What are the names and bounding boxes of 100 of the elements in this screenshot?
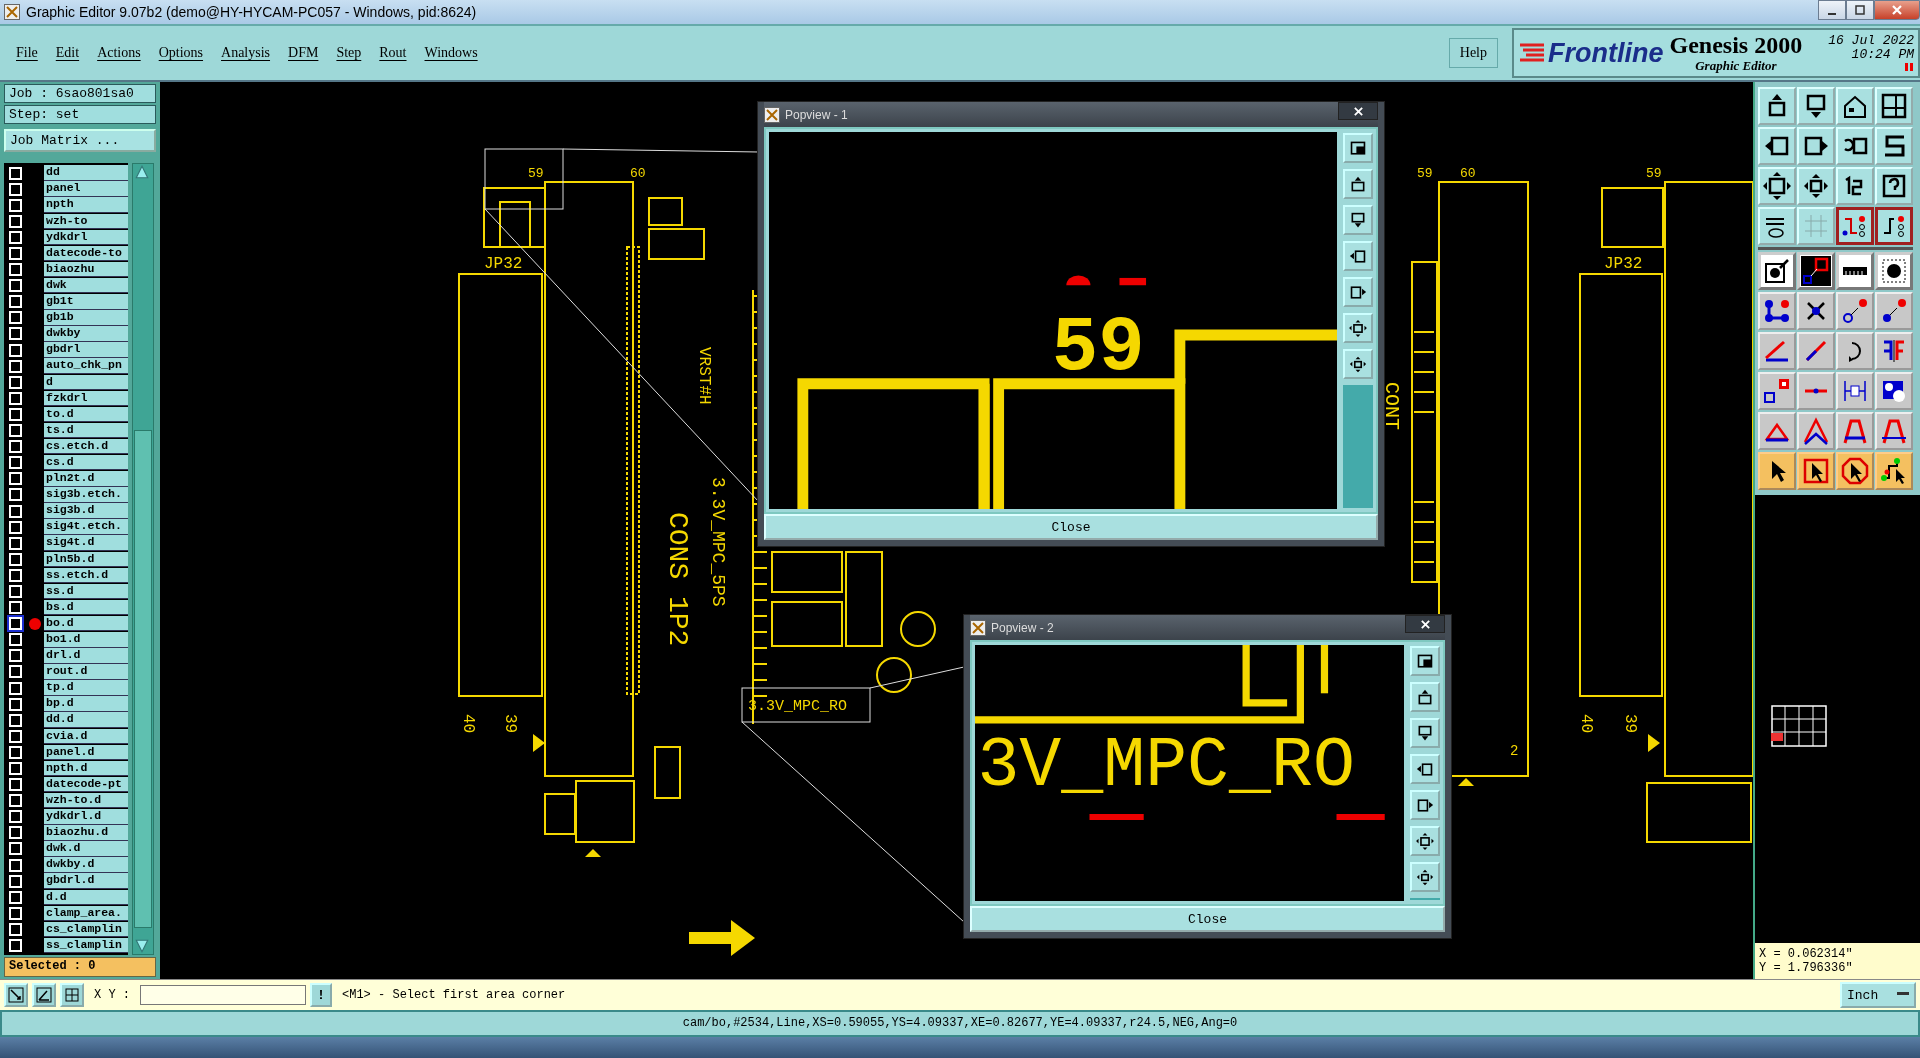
scale-icon[interactable] — [1836, 167, 1874, 205]
layer-item[interactable]: bp.d — [44, 696, 128, 712]
layer-item[interactable]: biaozhu — [44, 261, 128, 278]
dimension-icon[interactable] — [1836, 372, 1874, 410]
menu-item[interactable]: Rout — [379, 45, 407, 61]
arch-icon[interactable] — [1836, 412, 1874, 450]
layer-checkbox[interactable] — [9, 810, 22, 824]
arch-icon[interactable] — [1875, 412, 1913, 450]
layer-checkbox[interactable] — [9, 440, 22, 454]
units-dropdown[interactable]: Inch — [1840, 982, 1916, 1008]
layer-item[interactable]: wzh-to — [44, 213, 128, 230]
layer-item[interactable]: cs.etch.d — [44, 438, 128, 455]
layer-checkbox[interactable] — [9, 166, 22, 180]
layer-checkbox[interactable] — [9, 343, 22, 357]
copy-icon[interactable] — [1758, 372, 1796, 410]
layer-checkbox[interactable] — [9, 375, 22, 389]
layer-item[interactable]: datecode-pt — [44, 776, 128, 793]
angle-tool-icon[interactable] — [32, 983, 56, 1007]
mirror-icon[interactable] — [1875, 332, 1913, 370]
pointer-icon[interactable] — [1836, 452, 1874, 490]
s-curve-icon[interactable] — [1875, 127, 1913, 165]
menu-item[interactable]: Actions — [97, 45, 141, 61]
menu-item[interactable]: Analysis — [221, 45, 271, 61]
layer-item[interactable]: bs.d — [44, 599, 128, 616]
layer-item[interactable]: bo1.d — [44, 632, 128, 648]
layer-checkbox[interactable] — [9, 424, 22, 438]
pointer-icon[interactable] — [1797, 452, 1835, 490]
layer-item[interactable]: gbdrl — [44, 342, 128, 358]
layer-item[interactable]: cs.d — [44, 455, 128, 471]
layer-checkbox[interactable] — [9, 327, 22, 341]
move-point-icon[interactable] — [1836, 292, 1874, 330]
layer-checkbox[interactable] — [9, 198, 22, 212]
layer-checkbox[interactable] — [9, 488, 22, 502]
pan-left-icon[interactable] — [1758, 127, 1796, 165]
shapes-icon[interactable] — [1875, 372, 1913, 410]
layer-checkbox[interactable] — [9, 745, 22, 759]
angle-icon[interactable] — [1758, 332, 1796, 370]
layer-checkbox[interactable] — [9, 778, 22, 792]
popview-scrollbar[interactable] — [1410, 898, 1440, 900]
layer-checkbox[interactable] — [9, 472, 22, 486]
house-icon[interactable] — [1836, 87, 1874, 125]
layer-checkbox[interactable] — [9, 890, 22, 904]
job-matrix-button[interactable]: Job Matrix ... — [4, 129, 156, 152]
nodes-icon[interactable] — [1758, 292, 1796, 330]
layer-checkbox[interactable] — [9, 295, 22, 309]
layer-checkbox[interactable] — [9, 504, 22, 518]
help-icon[interactable] — [1875, 167, 1913, 205]
layer-item[interactable]: d.d — [44, 889, 128, 905]
layer-checkbox[interactable] — [9, 681, 22, 695]
undo-icon[interactable] — [1836, 127, 1874, 165]
layer-checkbox[interactable] — [9, 697, 22, 711]
layer-item[interactable]: dwk — [44, 277, 128, 294]
menu-item[interactable]: Windows — [424, 45, 478, 61]
scrollbar[interactable] — [132, 163, 154, 955]
layer-item[interactable]: cs_clamplin — [44, 921, 128, 938]
layer-checkbox[interactable] — [9, 182, 22, 196]
info-button[interactable]: ! — [310, 983, 332, 1007]
layer-item[interactable]: drl.d — [44, 648, 128, 664]
layer-item[interactable]: gb1b — [44, 310, 128, 326]
layer-item[interactable]: datecode-to — [44, 245, 128, 262]
menu-item[interactable]: Step — [336, 45, 362, 61]
ruler-icon[interactable] — [1836, 252, 1874, 290]
layer-checkbox[interactable] — [9, 762, 22, 775]
layer-item[interactable]: ts.d — [44, 422, 128, 439]
layer-checkbox[interactable] — [9, 585, 22, 598]
upload-icon[interactable] — [1758, 87, 1796, 125]
layer-item[interactable]: tp.d — [44, 680, 128, 696]
layer-checkbox[interactable] — [9, 311, 22, 325]
close-button[interactable]: Close — [764, 514, 1378, 540]
pan-right-icon[interactable] — [1343, 277, 1373, 307]
layer-checkbox[interactable] — [9, 906, 22, 920]
layer-item[interactable]: gbdrl.d — [44, 873, 128, 889]
grid-tool-icon[interactable] — [60, 983, 84, 1007]
pan-down-icon[interactable] — [1343, 205, 1373, 235]
rotate-icon[interactable] — [1836, 332, 1874, 370]
layer-item[interactable]: clamp_area. — [44, 905, 128, 922]
cross-icon[interactable] — [1797, 292, 1835, 330]
zoom-in-icon[interactable] — [1797, 167, 1835, 205]
layer-item[interactable]: biaozhu.d — [44, 825, 128, 841]
layer-checkbox[interactable] — [9, 713, 22, 727]
layer-item[interactable]: pln2t.d — [44, 471, 128, 487]
layer-item[interactable]: sig3b.d — [44, 503, 128, 519]
layer-checkbox[interactable] — [9, 729, 22, 743]
pan-right-icon[interactable] — [1797, 127, 1835, 165]
layer-checkbox[interactable] — [9, 665, 22, 679]
window-grid-icon[interactable] — [1875, 87, 1913, 125]
layer-checkbox[interactable] — [9, 794, 22, 808]
layer-item[interactable]: dd — [44, 165, 128, 181]
layer-checkbox[interactable] — [9, 601, 22, 615]
layer-item[interactable]: gb1t — [44, 294, 128, 310]
layer-checkbox[interactable] — [9, 391, 22, 405]
layer-checkbox[interactable] — [9, 279, 22, 293]
download-icon[interactable] — [1797, 87, 1835, 125]
layer-item[interactable]: fzkdrl — [44, 390, 128, 407]
menu-item[interactable]: Options — [158, 45, 204, 61]
layer-item[interactable]: sig4t.etch. — [44, 519, 128, 535]
layer-checkbox[interactable] — [9, 214, 22, 228]
layer-item[interactable]: dd.d — [44, 712, 128, 728]
close-button[interactable] — [1405, 615, 1445, 633]
circuit-icon[interactable] — [1875, 207, 1913, 245]
